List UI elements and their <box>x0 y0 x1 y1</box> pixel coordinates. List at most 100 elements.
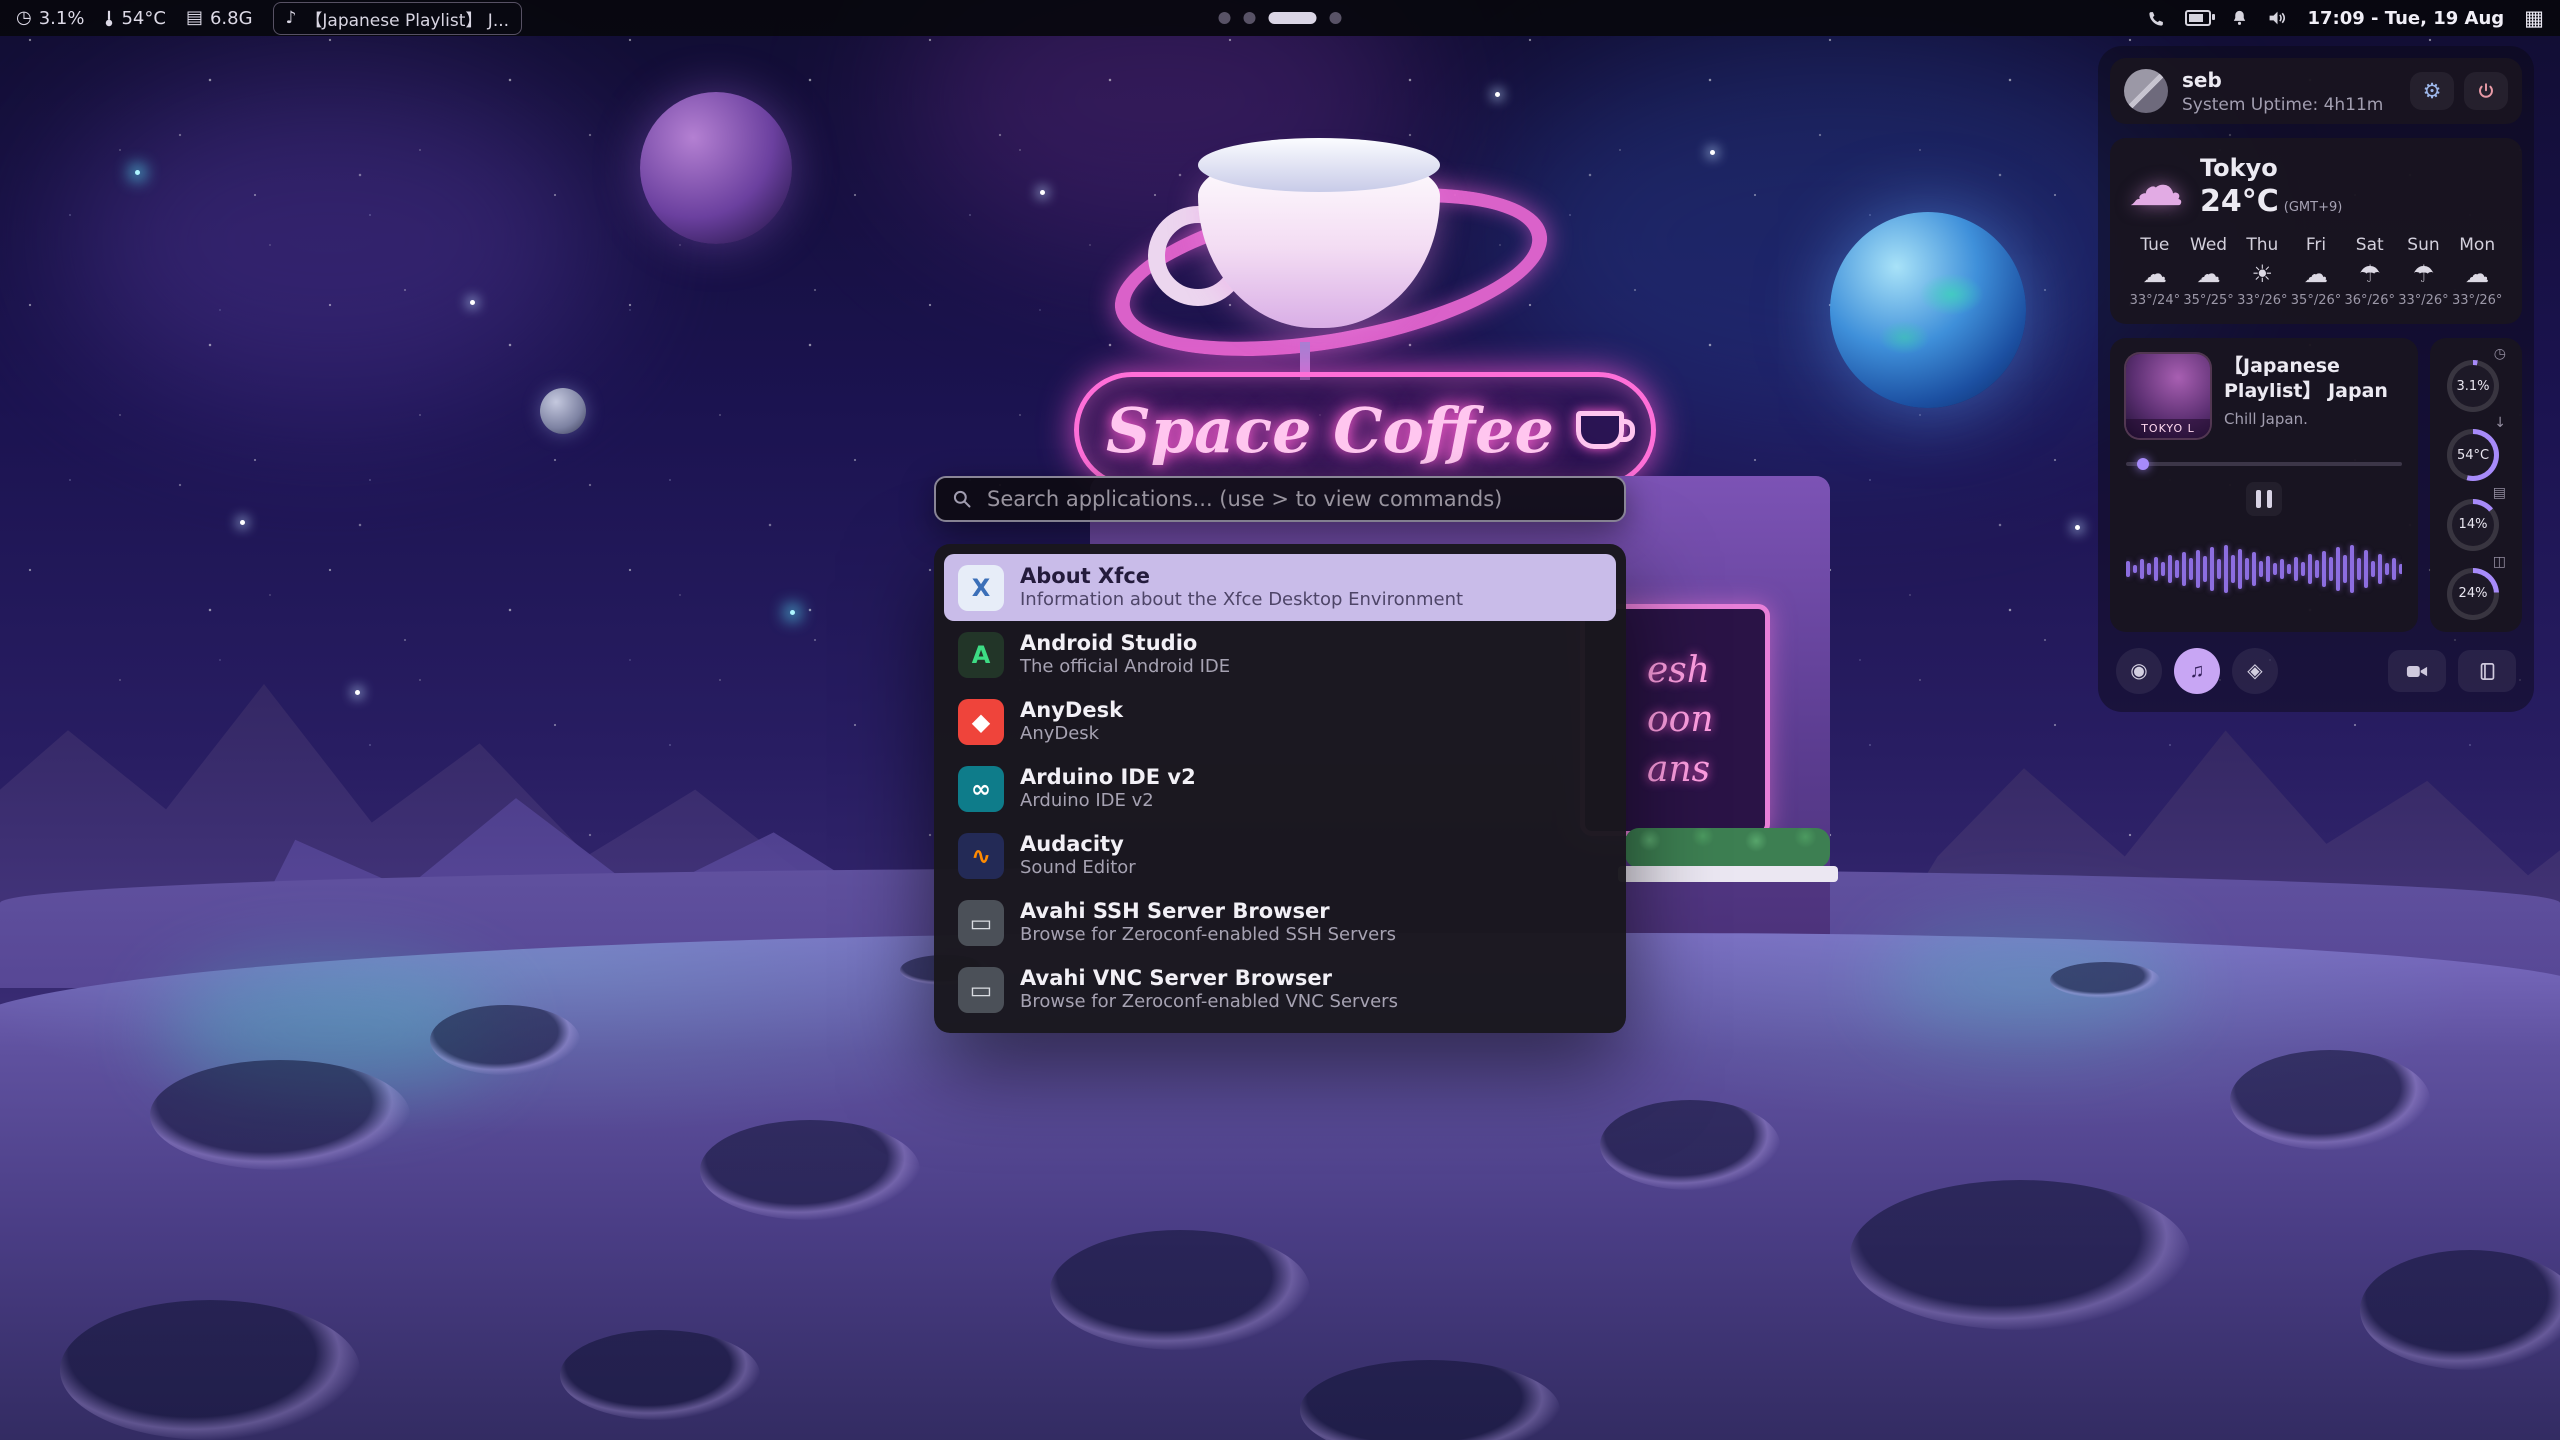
coffee-cup-rim <box>1198 138 1440 192</box>
phone-icon <box>2148 10 2165 27</box>
now-playing-pill[interactable]: ♪ 【Japanese Playlist】 J... <box>273 2 523 35</box>
planet-earth <box>1830 212 2026 408</box>
weather-icon: ☁ <box>2197 262 2221 286</box>
star <box>790 610 795 615</box>
app-name: Arduino IDE v2 <box>1020 766 1196 788</box>
notes-button[interactable] <box>2458 650 2516 692</box>
android-studio-icon: A <box>958 632 1004 678</box>
music-icon: ♫ <box>2190 661 2205 681</box>
apps-toggle-button[interactable]: ◈ <box>2232 648 2278 694</box>
phone-tray-button[interactable] <box>2148 10 2165 27</box>
xfce-icon: X <box>958 565 1004 611</box>
result-row-avahi-vnc[interactable]: ▭ Avahi VNC Server Browser Browse for Ze… <box>944 956 1616 1023</box>
app-desc: AnyDesk <box>1020 725 1123 744</box>
crater <box>60 1300 360 1440</box>
temperature-icon: ↓ <box>2494 416 2506 430</box>
power-icon <box>2477 82 2495 100</box>
app-name: About Xfce <box>1020 565 1463 587</box>
audacity-icon: ∿ <box>958 833 1004 879</box>
desktop: Space Coffee esh oon ans <box>0 0 2560 1440</box>
search-icon <box>952 489 972 509</box>
gauge-temperature: ↓ 54°C <box>2444 419 2508 481</box>
battery-tray-button[interactable] <box>2185 10 2211 26</box>
notebook-icon <box>2479 662 2496 681</box>
search-results: X About Xfce Information about the Xfce … <box>934 544 1626 1033</box>
music-note-icon: ♪ <box>286 10 297 27</box>
app-name: Audacity <box>1020 833 1136 855</box>
track-subtitle: Chill Japan. <box>2224 410 2402 428</box>
avatar <box>2124 69 2168 113</box>
search-input[interactable] <box>985 486 1608 512</box>
cloud-icon: ☁ <box>2128 159 2184 215</box>
result-row-anydesk[interactable]: ◆ AnyDesk AnyDesk <box>944 688 1616 755</box>
app-desc: Sound Editor <box>1020 859 1136 878</box>
crater <box>1600 1100 1780 1190</box>
username: seb <box>2182 68 2396 92</box>
crater <box>1050 1230 1310 1350</box>
crater <box>2050 962 2160 998</box>
weather-icon: ☂ <box>2359 262 2381 286</box>
crater <box>2230 1050 2430 1150</box>
grid-icon: ▦ <box>2524 8 2544 29</box>
star <box>1710 150 1715 155</box>
gauge-cpu: ◷ 3.1% <box>2444 350 2508 412</box>
battery-icon <box>2185 10 2211 26</box>
memory-value: 6.8G <box>210 8 253 29</box>
workspace-dot[interactable] <box>1244 12 1256 24</box>
workspace-dot[interactable] <box>1219 12 1231 24</box>
progress-handle[interactable] <box>2137 458 2149 470</box>
result-row-about-xfce[interactable]: X About Xfce Information about the Xfce … <box>944 554 1616 621</box>
anydesk-icon: ◆ <box>958 699 1004 745</box>
volume-tray-button[interactable] <box>2268 10 2287 26</box>
weather-icon: ☀ <box>2252 262 2274 286</box>
window-neon-text: esh <box>1647 651 1765 691</box>
app-name: Avahi VNC Server Browser <box>1020 967 1398 989</box>
app-grid-button[interactable]: ▦ <box>2524 8 2544 29</box>
app-name: Android Studio <box>1020 632 1230 654</box>
star <box>2075 525 2080 530</box>
weather-icon: ☂ <box>2413 262 2435 286</box>
app-desc: Browse for Zeroconf-enabled SSH Servers <box>1020 926 1396 945</box>
search-bar[interactable] <box>934 476 1626 522</box>
recorder-button[interactable] <box>2388 650 2446 692</box>
pause-icon <box>2267 490 2272 508</box>
crater <box>150 1060 410 1170</box>
power-button[interactable] <box>2464 72 2508 110</box>
disk-icon: ◫ <box>2493 555 2506 569</box>
forecast-row: Tue ☁ 33°/24° Wed ☁ 35°/25° Thu ☀ 33°/26… <box>2128 235 2504 308</box>
app-desc: Browse for Zeroconf-enabled VNC Servers <box>1020 993 1398 1012</box>
result-row-audacity[interactable]: ∿ Audacity Sound Editor <box>944 822 1616 889</box>
moon <box>540 388 586 434</box>
forecast-day: Mon ☁ 33°/26° <box>2450 235 2504 308</box>
arduino-icon: ∞ <box>958 766 1004 812</box>
uptime-text: System Uptime: 4h11m <box>2182 95 2396 115</box>
compass-icon: ◈ <box>2247 661 2262 681</box>
result-row-avahi-ssh[interactable]: ▭ Avahi SSH Server Browser Browse for Ze… <box>944 889 1616 956</box>
clock[interactable]: 17:09 - Tue, 19 Aug <box>2307 8 2504 29</box>
stats-icon: ◉ <box>2130 661 2147 681</box>
weather-icon: ☁ <box>2143 262 2167 286</box>
memory-icon: ▤ <box>186 9 203 27</box>
workspace-dot-active[interactable] <box>1269 12 1317 24</box>
workspace-dot[interactable] <box>1330 12 1342 24</box>
result-row-android-studio[interactable]: A Android Studio The official Android ID… <box>944 621 1616 688</box>
notifications-tray-button[interactable] <box>2231 9 2248 27</box>
album-art: TOKYO L <box>2126 354 2210 438</box>
system-gauges: ◷ 3.1% ↓ 54°C ▤ 14% ◫ 24% <box>2430 338 2522 632</box>
thermometer-icon <box>104 9 114 27</box>
sign-text: Space Coffee <box>1106 394 1554 467</box>
pause-button[interactable] <box>2246 482 2282 516</box>
settings-button[interactable]: ⚙ <box>2410 72 2454 110</box>
stats-toggle-button[interactable]: ◉ <box>2116 648 2162 694</box>
gauge-memory: ▤ 14% <box>2444 489 2508 551</box>
app-desc: Information about the Xfce Desktop Envir… <box>1020 591 1463 610</box>
result-row-arduino[interactable]: ∞ Arduino IDE v2 Arduino IDE v2 <box>944 755 1616 822</box>
cpu-gauge-icon: ◷ <box>2494 347 2506 361</box>
user-card: seb System Uptime: 4h11m ⚙ <box>2110 58 2522 124</box>
forecast-day: Fri ☁ 35°/26° <box>2289 235 2343 308</box>
media-toggle-button[interactable]: ♫ <box>2174 648 2220 694</box>
progress-bar[interactable] <box>2126 462 2402 466</box>
album-art-label: TOKYO L <box>2126 419 2210 438</box>
app-name: Avahi SSH Server Browser <box>1020 900 1396 922</box>
star <box>135 170 140 175</box>
